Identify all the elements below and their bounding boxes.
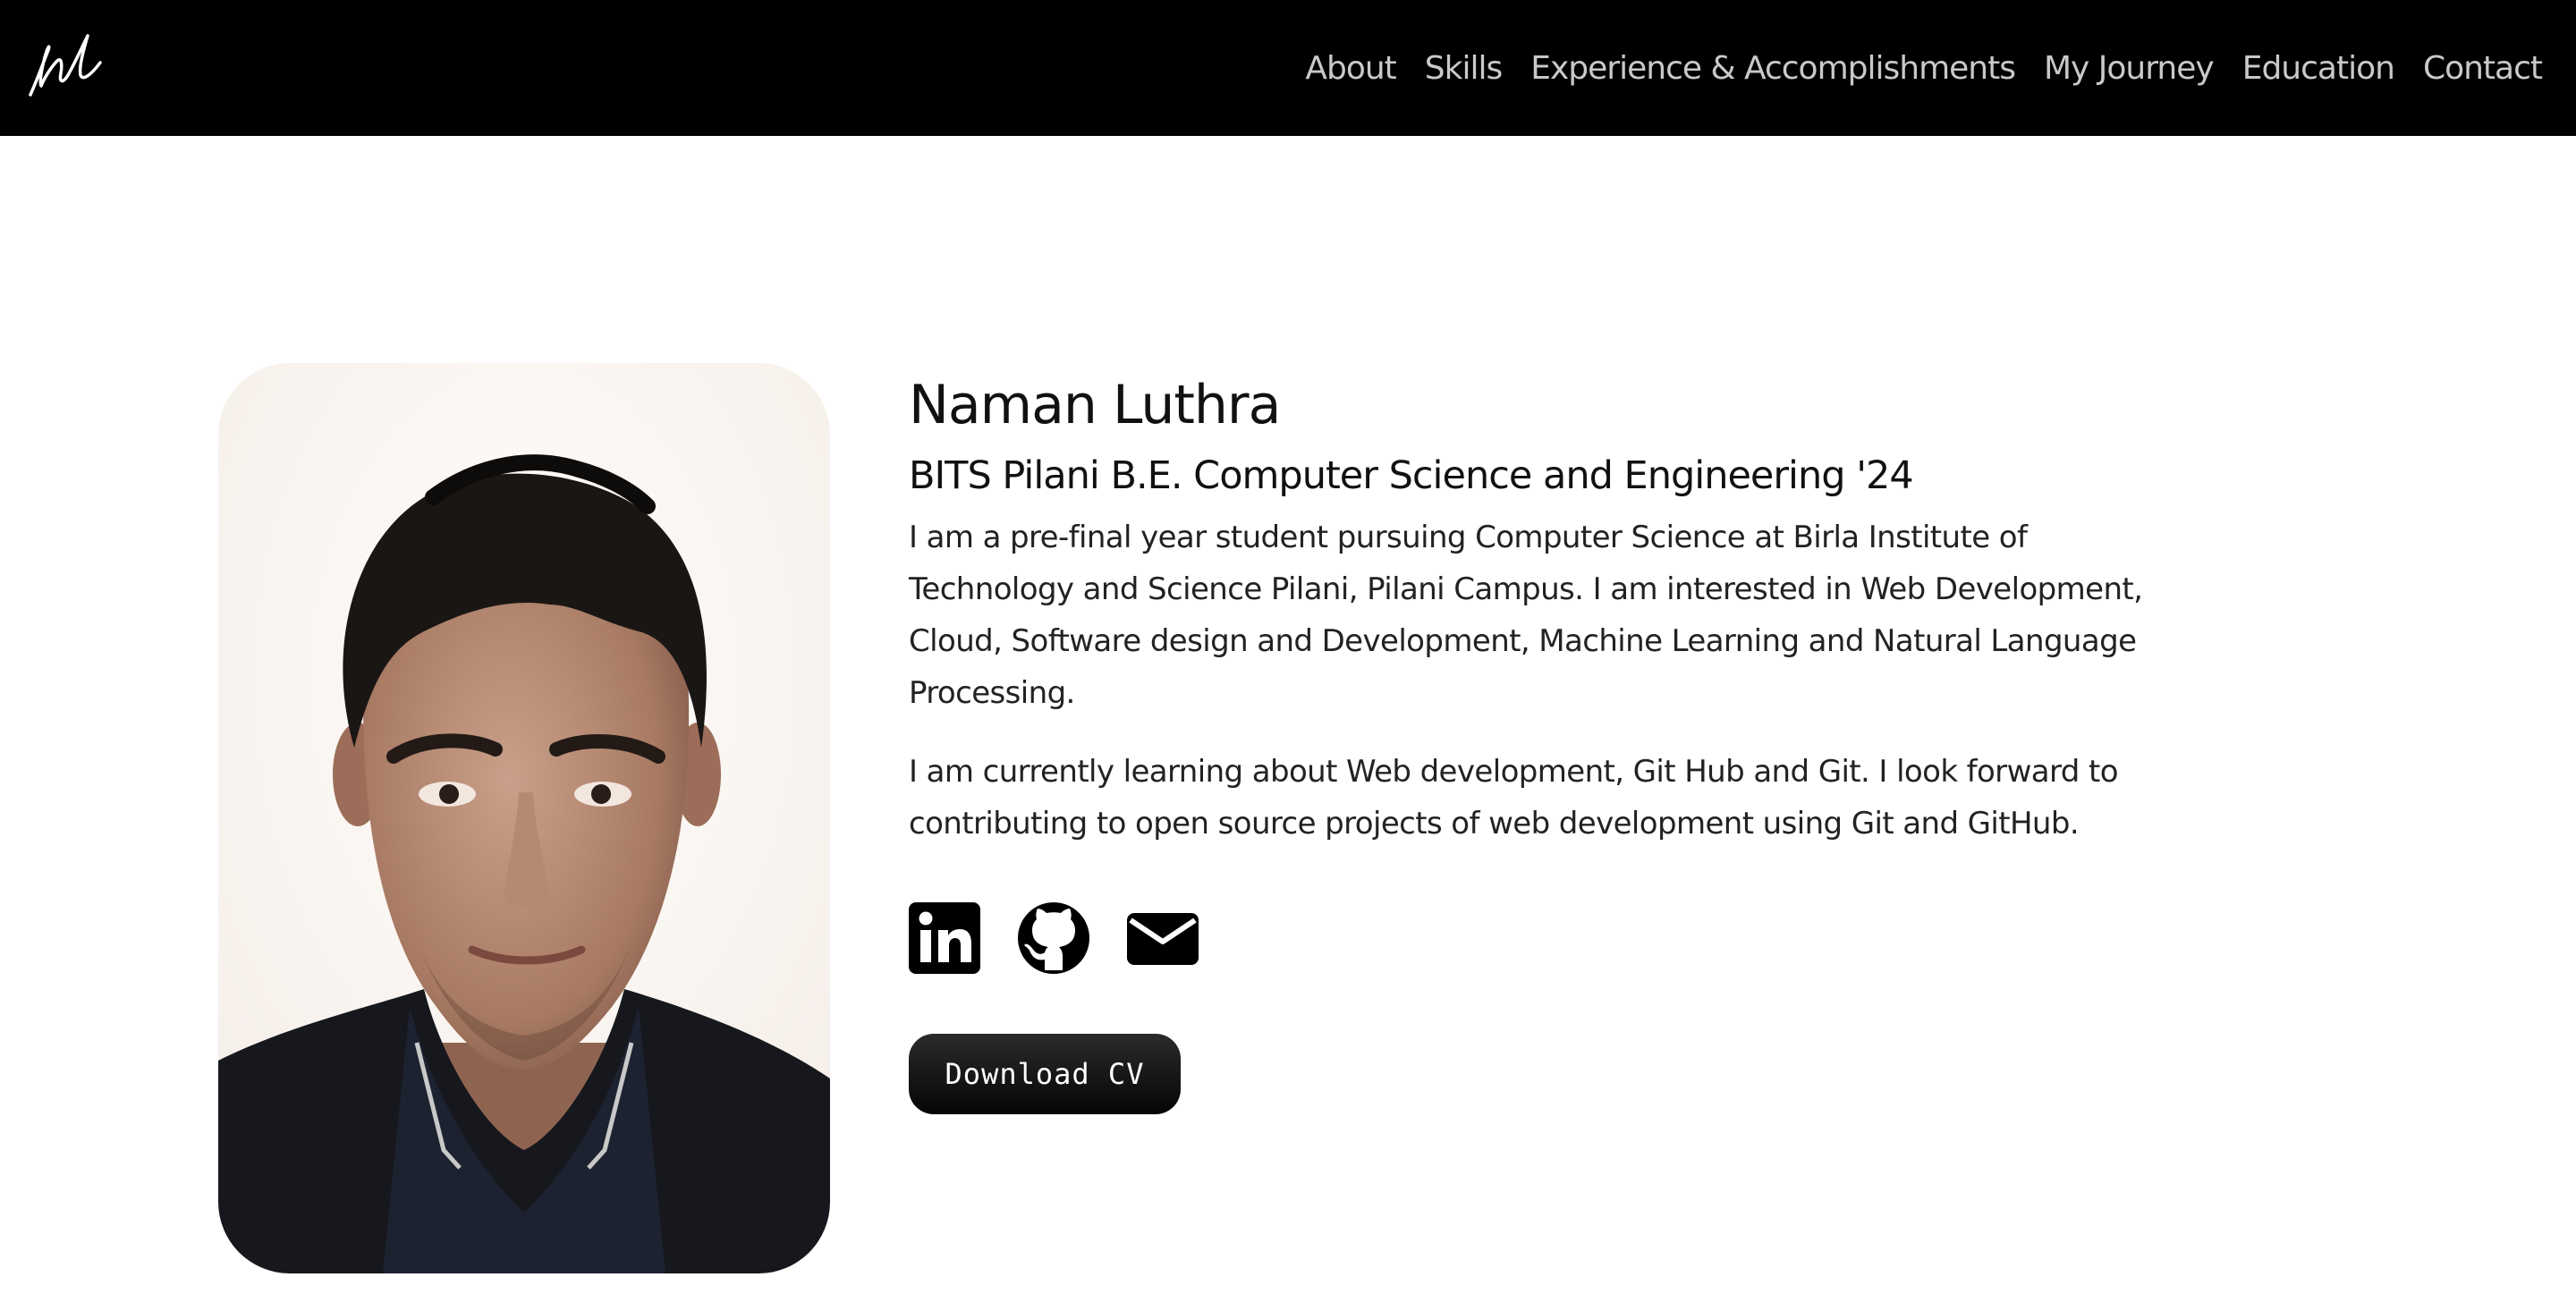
nav-journey-link[interactable]: My Journey [2044,50,2215,87]
email-icon[interactable] [1127,902,1199,974]
about-paragraph-2: I am currently learning about Web develo… [909,754,2119,842]
nav-about-link[interactable]: About [1305,50,1396,87]
nav-education-link[interactable]: Education [2242,50,2395,87]
about-section: Naman Luthra BITS Pilani B.E. Computer S… [909,368,2197,1114]
nav-contact-link[interactable]: Contact [2423,50,2543,87]
profile-name: Naman Luthra [909,374,1281,436]
github-icon[interactable] [1018,902,1089,974]
nav-links: About Skills Experience & Accomplishment… [1305,0,2543,136]
top-navbar: About Skills Experience & Accomplishment… [0,0,2576,136]
about-paragraph-1: I am a pre-final year student pursuing C… [909,520,2143,711]
social-links [909,901,2197,975]
nav-experience-link[interactable]: Experience & Accomplishments [1530,50,2016,87]
signature-logo[interactable] [25,27,106,102]
profile-subtitle: BITS Pilani B.E. Computer Science and En… [909,453,1914,498]
linkedin-icon[interactable] [909,902,980,974]
profile-portrait [218,363,830,1273]
profile-photo [218,363,830,1273]
download-cv-button[interactable]: Download CV [909,1034,1181,1114]
nav-skills-link[interactable]: Skills [1425,50,1503,87]
